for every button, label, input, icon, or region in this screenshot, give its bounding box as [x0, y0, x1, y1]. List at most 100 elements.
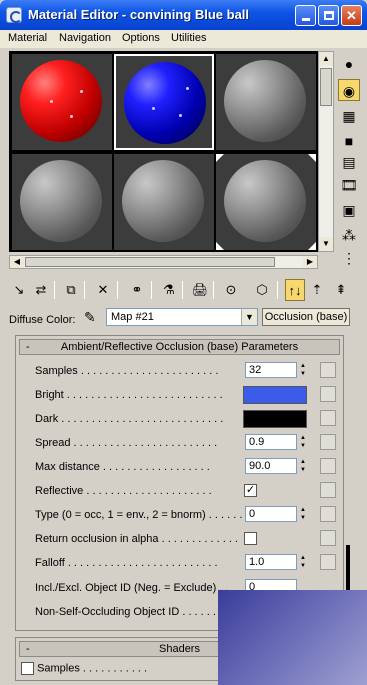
map-type-button[interactable]: Occlusion (base): [262, 308, 350, 326]
menu-options[interactable]: Options: [122, 32, 160, 44]
select-by-material-icon[interactable]: ⁂: [338, 224, 360, 246]
param-label: Dark . . . . . . . . . . . . . . . . . .…: [35, 413, 224, 425]
reflective-checkbox[interactable]: ✓: [244, 484, 257, 497]
sample-slot[interactable]: [114, 154, 214, 250]
param-label: Reflective . . . . . . . . . . . . . . .…: [35, 485, 212, 497]
spinner-arrows-icon[interactable]: ▲ ▼: [298, 554, 308, 570]
scroll-down-icon[interactable]: ▼: [319, 237, 333, 251]
background-checker-icon[interactable]: ▦: [338, 105, 360, 127]
param-label: Incl./Excl. Object ID (Neg. = Exclude) .…: [35, 582, 229, 594]
type-field[interactable]: 0: [245, 506, 297, 522]
param-bright: Bright . . . . . . . . . . . . . . . . .…: [16, 386, 345, 406]
param-label: Samples . . . . . . . . . . . . . . . . …: [35, 365, 219, 377]
spinner-arrows-icon[interactable]: ▲ ▼: [298, 434, 308, 450]
material-sphere: [224, 60, 306, 142]
param-falloff: Falloff . . . . . . . . . . . . . . . . …: [16, 554, 345, 574]
reset-map-icon[interactable]: ✕: [93, 279, 113, 301]
bright-color-swatch[interactable]: [243, 386, 307, 404]
get-material-icon[interactable]: ↘: [9, 279, 29, 301]
close-button[interactable]: ✕: [341, 5, 362, 26]
spinner-arrows-icon[interactable]: ▲ ▼: [298, 458, 308, 474]
menu-material[interactable]: Material: [8, 32, 47, 44]
param-label: Spread . . . . . . . . . . . . . . . . .…: [35, 437, 218, 449]
show-map-in-viewport-icon[interactable]: ⊙: [221, 279, 241, 301]
sample-slot[interactable]: [12, 54, 112, 150]
param-label: Non-Self-Occluding Object ID . . . . . .…: [35, 606, 235, 618]
pick-material-icon[interactable]: ⇞: [331, 279, 351, 301]
max-distance-field[interactable]: 90.0: [245, 458, 297, 474]
material-map-navigator-icon[interactable]: ⋮: [338, 247, 360, 269]
map-slot-button[interactable]: [320, 458, 336, 474]
scroll-right-icon[interactable]: ▶: [303, 256, 317, 268]
map-slot-button[interactable]: [320, 410, 336, 426]
map-slot-button[interactable]: [320, 362, 336, 378]
sample-slot[interactable]: [216, 154, 316, 250]
sample-slot-active[interactable]: [114, 54, 214, 150]
param-dark: Dark . . . . . . . . . . . . . . . . . .…: [16, 410, 345, 430]
param-spread: Spread . . . . . . . . . . . . . . . . .…: [16, 434, 345, 454]
map-slot-button[interactable]: [320, 530, 336, 546]
show-end-result-icon[interactable]: ⬡: [252, 279, 272, 301]
return-alpha-checkbox[interactable]: [244, 532, 257, 545]
put-to-library-icon[interactable]: ⚗: [159, 279, 179, 301]
spinner-arrows-icon[interactable]: ▲ ▼: [298, 506, 308, 522]
options-icon[interactable]: ▣: [338, 199, 360, 221]
map-name-dropdown[interactable]: Map #21 ▼: [106, 308, 258, 326]
rollout-header[interactable]: - Ambient/Reflective Occlusion (base) Pa…: [19, 339, 340, 355]
menu-navigation[interactable]: Navigation: [59, 32, 111, 44]
param-label: Return occlusion in alpha . . . . . . . …: [35, 533, 238, 545]
sample-uv-tiling-icon[interactable]: ■: [338, 130, 360, 152]
make-preview-icon[interactable]: 🎞: [338, 174, 360, 196]
collapse-toggle[interactable]: -: [26, 340, 30, 354]
spread-field[interactable]: 0.9: [245, 434, 297, 450]
samples-field[interactable]: 32: [245, 362, 297, 378]
scroll-thumb[interactable]: [25, 257, 275, 267]
samples-checkbox[interactable]: [21, 662, 34, 675]
backlight-icon[interactable]: ◉: [338, 79, 360, 101]
map-slot-button[interactable]: [320, 506, 336, 522]
sample-type-icon[interactable]: ●: [338, 53, 360, 75]
collapse-toggle[interactable]: -: [26, 642, 30, 656]
rollout-title: Shaders: [159, 643, 200, 655]
falloff-field[interactable]: 1.0: [245, 554, 297, 570]
material-sphere: [124, 62, 206, 144]
material-sphere: [20, 160, 102, 242]
slots-vertical-scrollbar[interactable]: ▲ ▼: [318, 51, 334, 252]
sample-slot[interactable]: [216, 54, 316, 150]
sample-slots-grid: [9, 51, 318, 252]
param-type: Type (0 = occ, 1 = env., 2 = bnorm) . . …: [16, 506, 345, 526]
assign-to-selection-icon[interactable]: ⧉: [61, 279, 81, 301]
app-icon[interactable]: [6, 7, 22, 23]
go-to-parent-icon[interactable]: ↑↓: [285, 279, 305, 301]
material-effects-channel-icon[interactable]: 🖨: [190, 279, 210, 301]
param-label: Max distance . . . . . . . . . . . . . .…: [35, 461, 210, 473]
put-to-scene-icon[interactable]: ⇄: [31, 279, 51, 301]
decorative-overlay: [218, 590, 367, 685]
maximize-button[interactable]: [318, 5, 339, 26]
video-color-check-icon[interactable]: ▤: [338, 151, 360, 173]
minimize-button[interactable]: [295, 5, 316, 26]
make-unique-icon[interactable]: ⚭: [127, 279, 147, 301]
main-toolbar: ↘ ⇄ ⧉ ✕ ⚭ ⚗ 🖨 ⊙ ⬡ ↑↓ ⇡ ⇞: [9, 279, 361, 303]
menu-utilities[interactable]: Utilities: [171, 32, 206, 44]
go-forward-sibling-icon[interactable]: ⇡: [307, 279, 327, 301]
sample-slot[interactable]: [12, 154, 112, 250]
dark-color-swatch[interactable]: [243, 410, 307, 428]
scroll-up-icon[interactable]: ▲: [319, 52, 333, 66]
map-name-value: Map #21: [111, 311, 154, 323]
scroll-thumb[interactable]: [320, 68, 332, 106]
rollout-title: Ambient/Reflective Occlusion (base) Para…: [60, 341, 299, 353]
map-slot-button[interactable]: [320, 386, 336, 402]
param-label: Bright . . . . . . . . . . . . . . . . .…: [35, 389, 223, 401]
param-samples: Samples . . . . . . . . . . . . . . . . …: [16, 362, 345, 382]
slots-horizontal-scrollbar[interactable]: ◀ ▶: [9, 255, 318, 269]
map-slot-button[interactable]: [320, 482, 336, 498]
map-slot-button[interactable]: [320, 554, 336, 570]
eyedropper-icon[interactable]: ✎: [84, 309, 96, 326]
spinner-arrows-icon[interactable]: ▲ ▼: [298, 362, 308, 378]
param-max-distance: Max distance . . . . . . . . . . . . . .…: [16, 458, 345, 478]
scroll-left-icon[interactable]: ◀: [10, 256, 24, 268]
chevron-down-icon[interactable]: ▼: [241, 309, 257, 325]
map-slot-button[interactable]: [320, 434, 336, 450]
samples-label: Samples: [37, 662, 80, 675]
